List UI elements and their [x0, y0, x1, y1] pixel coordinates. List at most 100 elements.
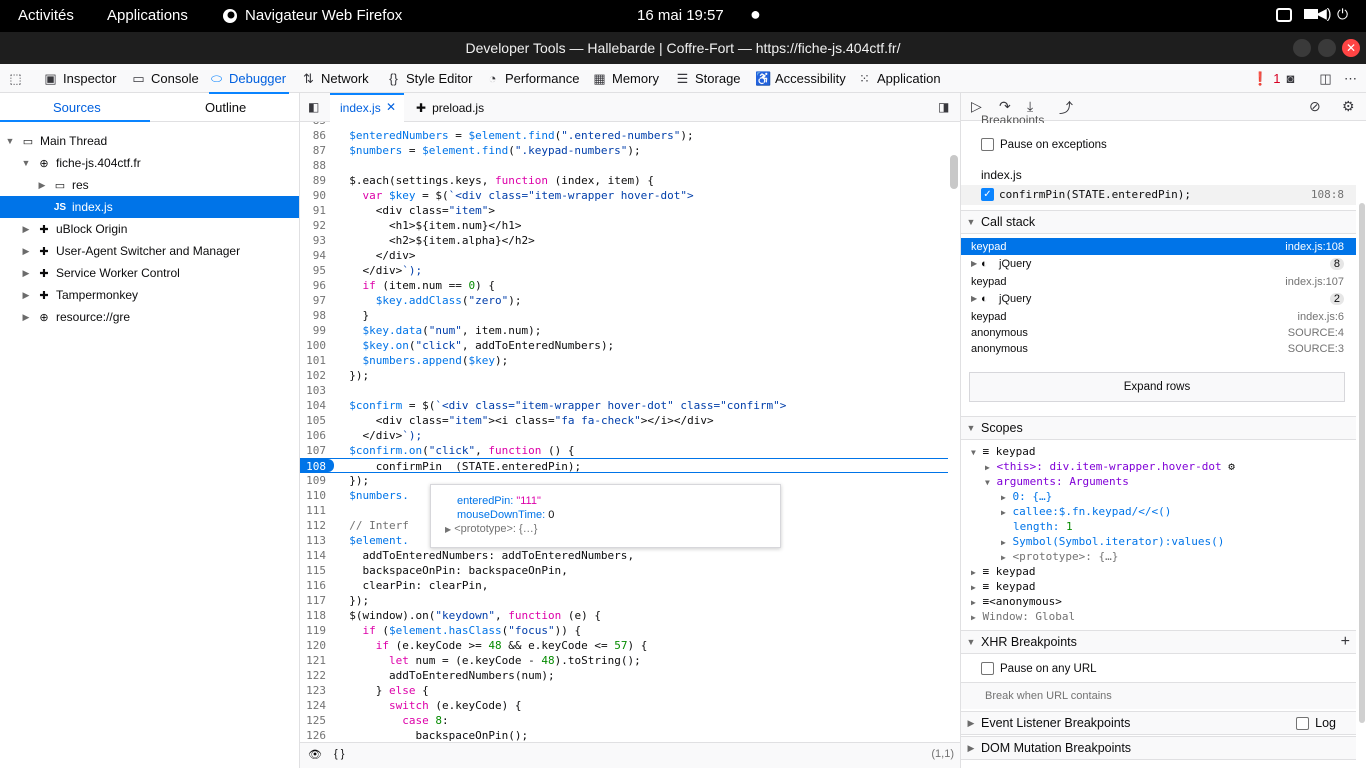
scope-prototype[interactable]: ▶ <prototype>: {…} [1001, 550, 1118, 563]
clock[interactable]: 16 mai 19:57 [637, 7, 724, 24]
line-number[interactable]: 118 [300, 608, 326, 623]
pause-exceptions-checkbox[interactable] [981, 138, 994, 151]
scope-symbol-iterator[interactable]: ▶ Symbol(Symbol.iterator):values() [1001, 535, 1224, 548]
call-frame-group[interactable]: ▶ ◐ jQuery 8 [961, 255, 1356, 272]
volume-icon[interactable]: ◀) [1316, 5, 1331, 22]
code-line[interactable]: 120 if (e.keyCode >= 48 && e.keyCode <= … [300, 638, 948, 653]
call-frame[interactable]: keypad index.js:107 [961, 273, 1356, 290]
code-line[interactable]: 124 switch (e.keyCode) { [300, 698, 948, 713]
line-number[interactable]: 99 [300, 323, 326, 338]
line-number[interactable]: 107 [300, 443, 326, 458]
code-line[interactable]: 107 $confirm.on("click", function () { [300, 443, 948, 458]
step-out-icon[interactable]: ⤴ [1059, 98, 1073, 118]
line-number[interactable]: 92 [300, 218, 326, 233]
pause-url-checkbox[interactable] [981, 662, 994, 675]
tree-item-resource-gre[interactable]: ▶ ⊕ resource://gre [0, 306, 299, 328]
code-line[interactable]: 117 }); [300, 593, 948, 608]
scope-keypad-3[interactable]: ▶ ≡ keypad [971, 580, 1035, 593]
editor-scrollbar[interactable] [950, 155, 958, 189]
call-frame-group[interactable]: ▶ ◐ jQuery 2 [961, 290, 1356, 307]
maximize-button[interactable] [1318, 39, 1336, 57]
tab-outline[interactable]: Outline [205, 100, 246, 115]
tab-style-editor[interactable]: {} Style Editor [386, 64, 472, 93]
line-number[interactable]: 126 [300, 728, 326, 742]
editor-tab-preload-js[interactable]: ✚ preload.js [416, 93, 484, 122]
line-number[interactable]: 119 [300, 623, 326, 638]
line-number[interactable]: 95 [300, 263, 326, 278]
line-number[interactable]: 109 [300, 473, 326, 488]
sidebar-scrollbar[interactable] [1359, 203, 1365, 723]
code-line[interactable]: 91 <div class="item"> [300, 203, 948, 218]
tree-item-res-folder[interactable]: ▶ ▭ res [0, 174, 299, 196]
code-line[interactable]: 98 } [300, 308, 948, 323]
add-icon[interactable]: + [1341, 633, 1350, 651]
line-number[interactable]: 114 [300, 548, 326, 563]
code-line[interactable]: 101 $numbers.append($key); [300, 353, 948, 368]
code-line[interactable]: 88 [300, 158, 948, 173]
activities-button[interactable]: Activités [18, 7, 74, 24]
toggle-right-panel-icon[interactable]: ◨ [938, 100, 949, 114]
expand-arrow-icon[interactable]: ▶ [445, 525, 451, 534]
call-stack-header[interactable]: ▼ Call stack [961, 210, 1356, 234]
line-number[interactable]: 89 [300, 173, 326, 188]
line-number[interactable]: 113 [300, 533, 326, 548]
tab-accessibility[interactable]: ♿ Accessibility [755, 64, 846, 93]
log-toggle[interactable]: Log [1296, 716, 1336, 730]
scope-arg-0[interactable]: ▶ 0: {…} [1001, 490, 1052, 503]
tree-item-main-thread[interactable]: ▼ ▭ Main Thread [0, 130, 299, 152]
screenshot-icon[interactable]: ◙ [1283, 64, 1298, 93]
code-line[interactable]: 103 [300, 383, 948, 398]
toggle-sidebar-icon[interactable]: ◧ [308, 100, 319, 114]
tab-application[interactable]: ⁙ Application [857, 64, 941, 93]
scope-window[interactable]: ▶ Window: Global [971, 610, 1075, 623]
line-number[interactable]: 90 [300, 188, 326, 203]
error-count[interactable]: ❗ 1 [1252, 64, 1280, 93]
line-number[interactable]: 120 [300, 638, 326, 653]
code-line[interactable]: 106 </div>`); [300, 428, 948, 443]
tab-memory[interactable]: ▦ Memory [592, 64, 659, 93]
dom-mutation-breakpoints-header[interactable]: ▶ DOM Mutation Breakpoints [961, 736, 1356, 760]
tree-item-sw-control[interactable]: ▶ ✚ Service Worker Control [0, 262, 299, 284]
code-line[interactable]: 105 <div class="item"><i class="fa fa-ch… [300, 413, 948, 428]
tab-network[interactable]: ⇅ Network [301, 64, 369, 93]
code-line[interactable]: 87 $numbers = $element.find(".keypad-num… [300, 143, 948, 158]
scope-this[interactable]: ▶ <this>: div.item-wrapper.hover-dot ⚙ [985, 460, 1235, 473]
code-line[interactable]: 89 $.each(settings.keys, function (index… [300, 173, 948, 188]
minimize-button[interactable] [1293, 39, 1311, 57]
xhr-breakpoints-header[interactable]: ▼ XHR Breakpoints + [961, 630, 1356, 654]
code-line[interactable]: 100 $key.on("click", addToEnteredNumbers… [300, 338, 948, 353]
code-line[interactable]: 123 } else { [300, 683, 948, 698]
expand-rows-button[interactable]: Expand rows [969, 372, 1345, 402]
tab-debugger[interactable]: ⬭ Debugger [209, 64, 289, 94]
line-number[interactable]: 125 [300, 713, 326, 728]
line-number[interactable]: 97 [300, 293, 326, 308]
keyboard-icon[interactable] [1276, 8, 1292, 26]
line-number[interactable]: 122 [300, 668, 326, 683]
pause-on-any-url[interactable]: Pause on any URL [981, 662, 1097, 675]
line-number[interactable]: 110 [300, 488, 326, 503]
line-number[interactable]: 123 [300, 683, 326, 698]
line-number[interactable]: 111 [300, 503, 326, 518]
scope-anonymous[interactable]: ▶ ≡<anonymous> [971, 595, 1062, 608]
tree-item-ublock[interactable]: ▶ ✚ uBlock Origin [0, 218, 299, 240]
close-button[interactable]: ✕ [1342, 39, 1360, 57]
breakpoint-checkbox[interactable]: ✓ [981, 188, 994, 201]
code-line[interactable]: 104 $confirm = $(`<div class="item-wrapp… [300, 398, 948, 413]
app-name[interactable]: Navigateur Web Firefox [245, 7, 402, 24]
tree-item-ua-switcher[interactable]: ▶ ✚ User-Agent Switcher and Manager [0, 240, 299, 262]
scopes-header[interactable]: ▼ Scopes [961, 416, 1356, 440]
code-editor[interactable]: 8586 $enteredNumbers = $element.find(".e… [300, 122, 960, 742]
power-icon[interactable]: ⏻ [1337, 6, 1348, 23]
scope-arguments[interactable]: ▼ arguments: Arguments [985, 475, 1129, 488]
code-line[interactable]: 95 </div>`); [300, 263, 948, 278]
line-number[interactable]: 121 [300, 653, 326, 668]
eye-icon[interactable]: 👁 [308, 748, 322, 761]
line-number[interactable]: 93 [300, 233, 326, 248]
line-number[interactable]: 87 [300, 143, 326, 158]
scope-keypad-2[interactable]: ▶ ≡ keypad [971, 565, 1035, 578]
more-options-icon[interactable]: ⋯ [1343, 64, 1358, 93]
scope-callee[interactable]: ▶ callee:$.fn.keypad/</<() [1001, 505, 1171, 518]
code-line[interactable]: 126 backspaceOnPin(); [300, 728, 948, 742]
line-number[interactable]: 104 [300, 398, 326, 413]
code-line[interactable]: 96 if (item.num == 0) { [300, 278, 948, 293]
